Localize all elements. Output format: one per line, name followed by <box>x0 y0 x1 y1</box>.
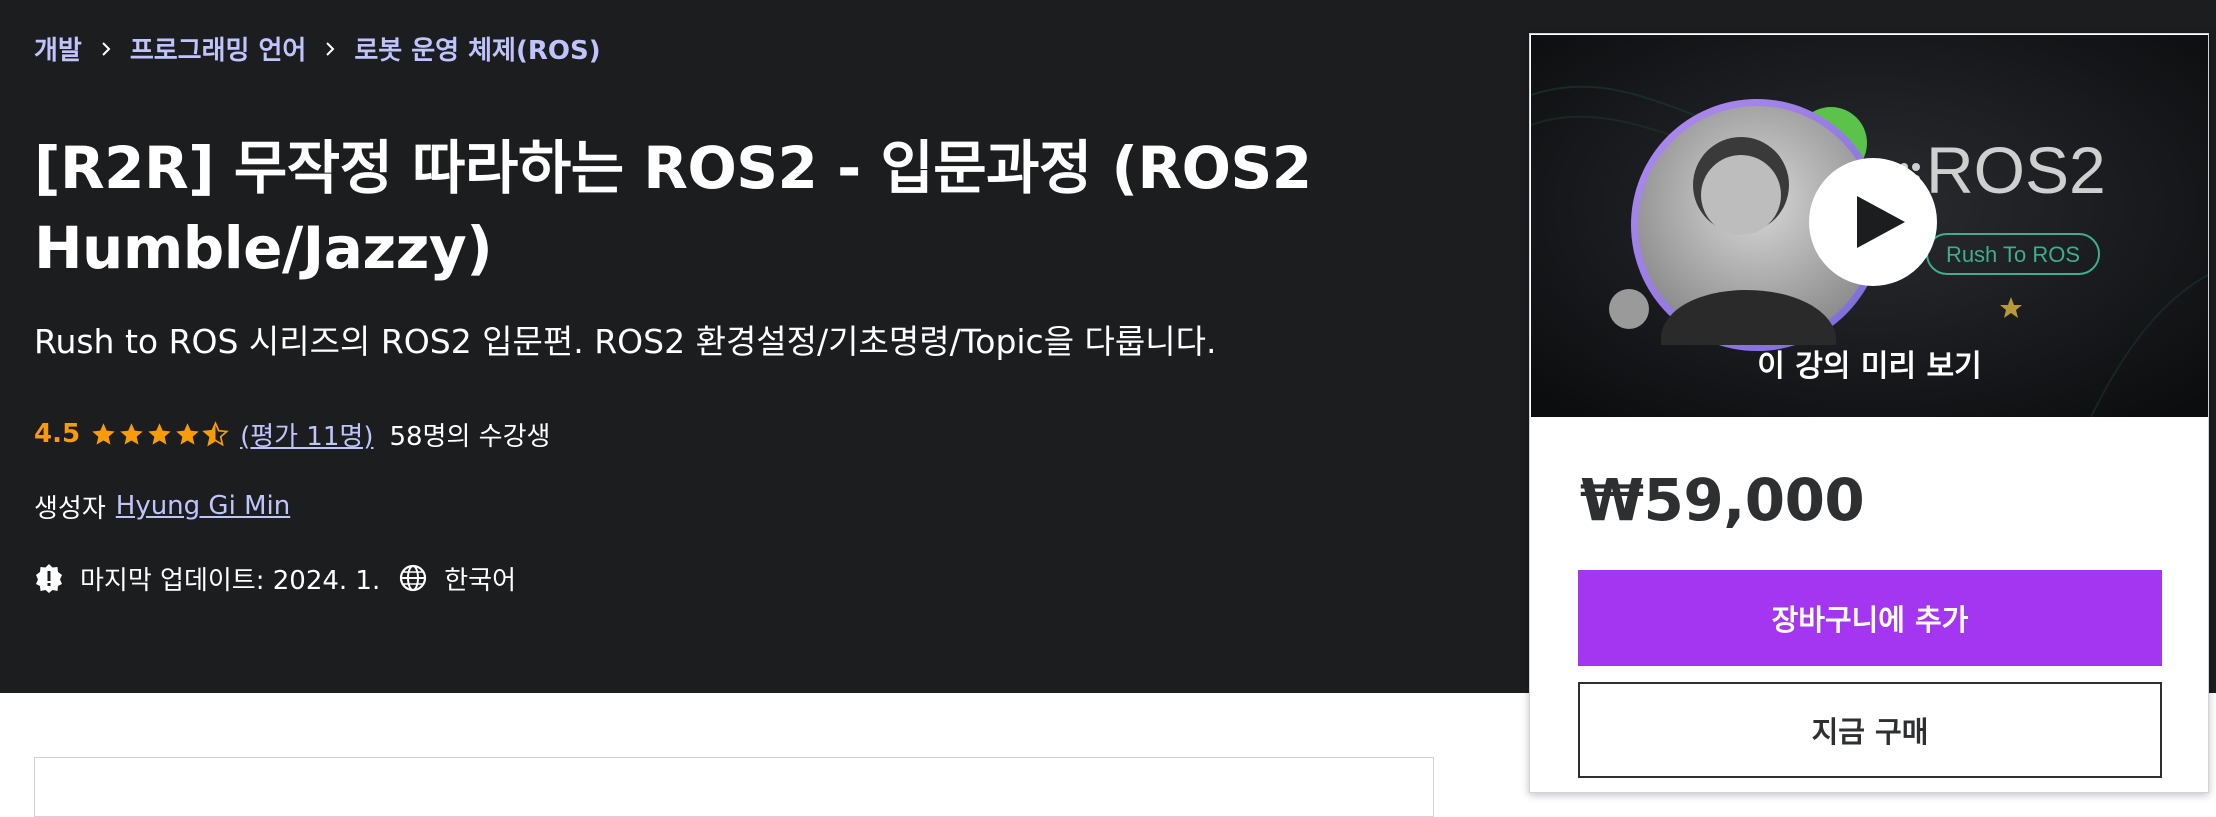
course-meta: 마지막 업데이트: 2024. 1. 한국어 <box>34 558 516 598</box>
creator-row: 생성자 Hyung Gi Min <box>34 488 290 524</box>
star-full-icon <box>92 422 115 445</box>
rating-value: 4.5 <box>34 419 81 449</box>
course-title: [R2R] 무작정 따라하는 ROS2 - 입문과정 (ROS2 Humble/… <box>34 134 1312 282</box>
creator-link[interactable]: Hyung Gi Min <box>116 491 290 521</box>
purchase-sidebar: ROS2 Rush To ROS 이 강의 미리 보기 ₩59,000 장바구니… <box>1529 33 2209 793</box>
rating-row: 4.5 (평가 11명) 58명의 수강생 <box>34 416 550 452</box>
breadcrumb-item-development[interactable]: 개발 <box>34 30 82 67</box>
creator-label: 생성자 <box>34 493 106 524</box>
play-button[interactable] <box>1809 158 1937 286</box>
course-language: 한국어 <box>444 565 516 596</box>
star-half-icon <box>202 420 229 446</box>
breadcrumb-item-ros[interactable]: 로봇 운영 체제(ROS) <box>354 30 600 67</box>
chevron-right-icon <box>98 41 114 57</box>
star-full-icon <box>176 422 199 445</box>
chevron-right-icon <box>322 41 338 57</box>
alert-badge-icon <box>36 564 62 593</box>
ratings-count-link[interactable]: (평가 11명) <box>240 416 373 453</box>
add-to-cart-button[interactable]: 장바구니에 추가 <box>1578 570 2162 666</box>
course-preview[interactable]: ROS2 Rush To ROS 이 강의 미리 보기 <box>1531 35 2208 417</box>
svg-text:ROS2: ROS2 <box>1926 133 2106 207</box>
globe-icon <box>400 564 427 592</box>
svg-text:Rush To ROS: Rush To ROS <box>1946 242 2080 267</box>
course-content-box <box>34 757 1434 817</box>
play-icon <box>1857 196 1905 248</box>
star-full-icon <box>148 422 171 445</box>
course-subtitle: Rush to ROS 시리즈의 ROS2 입문편. ROS2 환경설정/기초명… <box>34 322 1217 361</box>
preview-label: 이 강의 미리 보기 <box>1757 349 1982 384</box>
star-full-icon <box>120 422 143 445</box>
breadcrumb: 개발 프로그래밍 언어 로봇 운영 체제(ROS) <box>34 30 601 67</box>
star-rating <box>90 420 230 448</box>
students-count: 58명의 수강생 <box>389 421 551 452</box>
breadcrumb-item-programming-languages[interactable]: 프로그래밍 언어 <box>130 30 307 67</box>
buy-now-button[interactable]: 지금 구매 <box>1578 682 2162 778</box>
course-price: ₩59,000 <box>1580 466 1865 534</box>
last-updated: 마지막 업데이트: 2024. 1. <box>80 565 381 596</box>
